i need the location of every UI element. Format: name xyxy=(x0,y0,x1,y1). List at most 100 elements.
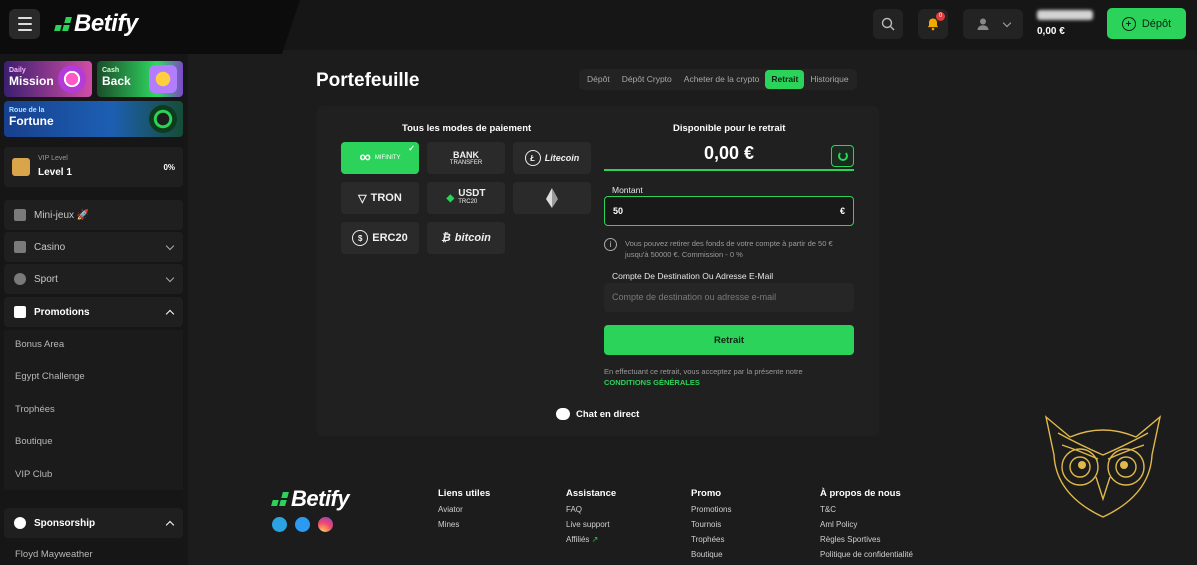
footer-logo[interactable]: Betify xyxy=(271,486,350,512)
notifications-button[interactable]: 0 xyxy=(918,9,948,39)
submenu-item-egypt-challenge[interactable]: Egypt Challenge xyxy=(15,371,85,382)
tab-buy-crypto[interactable]: Acheter de la crypto xyxy=(678,70,766,89)
casino-icon xyxy=(14,241,26,253)
betify-logo[interactable]: Betify xyxy=(54,10,138,38)
sidebar-item-sport[interactable]: Sport xyxy=(4,264,183,294)
submenu-item-boutique[interactable]: Boutique xyxy=(15,436,53,447)
footer-column-about: À propos de nous T&C Aml Policy Règles S… xyxy=(820,488,913,565)
tab-depot[interactable]: Dépôt xyxy=(581,70,616,89)
submenu-item-bonus-area[interactable]: Bonus Area xyxy=(15,339,64,350)
search-button[interactable] xyxy=(873,9,903,39)
footer-link[interactable]: Règles Sportives xyxy=(820,535,913,544)
submenu-item-trophees[interactable]: Trophées xyxy=(15,404,55,415)
footer-link[interactable]: T&C xyxy=(820,505,913,514)
destination-input[interactable]: Compte de destination ou adresse e-mail xyxy=(604,283,854,312)
footer-link-affiliates[interactable]: Affiliés ↗ xyxy=(566,535,616,544)
hamburger-menu-button[interactable] xyxy=(9,9,40,39)
tab-depot-crypto[interactable]: Dépôt Crypto xyxy=(616,70,678,89)
top-header: Betify 0 0,00 € Dépôt xyxy=(0,0,1197,54)
telegram-icon[interactable] xyxy=(272,517,287,532)
chevron-down-icon xyxy=(1002,18,1012,27)
vip-level: Level 1 xyxy=(38,166,72,178)
live-chat-button[interactable]: Chat en direct xyxy=(556,408,639,420)
logo-mark-icon xyxy=(54,17,72,31)
vip-level-card[interactable]: VIP Level Level 1 0% xyxy=(4,147,183,187)
submenu-item-vip-club[interactable]: VIP Club xyxy=(15,469,52,480)
hidden-username xyxy=(1037,10,1093,20)
terms-link[interactable]: CONDITIONS GÉNÉRALES xyxy=(604,377,803,388)
tab-historique[interactable]: Historique xyxy=(804,70,854,89)
wheel-icon xyxy=(149,105,177,133)
footer-logo-text: Betify xyxy=(291,486,350,511)
sidebar-item-sponsorship[interactable]: Sponsorship xyxy=(4,508,183,538)
refresh-button[interactable] xyxy=(831,145,854,167)
terms-notice: En effectuant ce retrait, vous acceptez … xyxy=(604,366,803,388)
footer-link[interactable]: Live support xyxy=(566,520,616,529)
target-icon xyxy=(58,65,86,93)
footer-link[interactable]: Aml Policy xyxy=(820,520,913,529)
plus-circle-icon xyxy=(1121,16,1136,31)
method-label: bitcoin xyxy=(454,232,491,244)
daily-mission-card[interactable]: Daily Mission xyxy=(4,61,92,97)
footer-link[interactable]: Aviator xyxy=(438,505,490,514)
method-tron[interactable]: ▽ TRON xyxy=(341,182,419,214)
sidebar-item-label: Mini-jeux 🚀 xyxy=(34,209,90,221)
sidebar-item-promotions[interactable]: Promotions xyxy=(4,297,183,327)
user-icon xyxy=(977,18,989,30)
wallet-tabs: Dépôt Dépôt Crypto Acheter de la crypto … xyxy=(579,69,857,90)
footer-column-title: Promo xyxy=(691,488,722,499)
destination-label: Compte De Destination Ou Adresse E-Mail xyxy=(612,271,774,281)
footer-link[interactable]: Trophées xyxy=(691,535,731,544)
menu-icon xyxy=(17,17,32,19)
sidebar-item-label: Sponsorship xyxy=(34,517,96,529)
footer-link[interactable]: Politique de confidentialité xyxy=(820,550,913,559)
method-label: BANK xyxy=(453,150,479,160)
sidebar: Daily Mission Cash Back Roue de la Fortune … xyxy=(0,54,188,565)
vip-progress: 0% xyxy=(163,162,175,172)
footer-link[interactable]: Boutique xyxy=(691,550,731,559)
user-menu-button[interactable] xyxy=(963,9,1023,39)
footer-link[interactable]: FAQ xyxy=(566,505,616,514)
footer-link[interactable]: Tournois xyxy=(691,520,731,529)
footer-column-promo: Promo Promotions Tournois Trophées Bouti… xyxy=(691,488,731,565)
bitcoin-icon: ₿ xyxy=(441,232,451,244)
method-ethereum[interactable] xyxy=(513,182,591,214)
method-usdt-trc20[interactable]: ◆ USDT TRC20 xyxy=(427,182,505,214)
submenu-item-floyd-mayweather[interactable]: Floyd Mayweather xyxy=(15,549,93,560)
twitter-icon[interactable] xyxy=(295,517,310,532)
instagram-icon[interactable] xyxy=(318,517,333,532)
footer-column-title: Assistance xyxy=(566,488,617,499)
controller-icon xyxy=(14,209,26,221)
fortune-wheel-card[interactable]: Roue de la Fortune xyxy=(4,101,183,137)
infinity-icon: ∞ xyxy=(359,149,371,166)
social-links xyxy=(272,517,333,532)
chat-label: Chat en direct xyxy=(576,408,640,420)
method-litecoin[interactable]: Ł Litecoin xyxy=(513,142,591,174)
withdraw-button[interactable]: Retrait xyxy=(604,325,854,355)
method-bank-transfer[interactable]: BANK TRANSFER xyxy=(427,142,505,174)
search-icon xyxy=(881,17,895,31)
cashback-card[interactable]: Cash Back xyxy=(97,61,183,97)
sidebar-item-mini-games[interactable]: Mini-jeux 🚀 xyxy=(4,200,183,230)
tab-retrait[interactable]: Retrait xyxy=(765,70,805,89)
footer-link[interactable]: Mines xyxy=(438,520,490,529)
deposit-button[interactable]: Dépôt xyxy=(1107,8,1186,39)
balance-display[interactable]: 0,00 € xyxy=(1037,10,1093,37)
logo-text: Betify xyxy=(74,10,138,37)
destination-placeholder: Compte de destination ou adresse e-mail xyxy=(612,292,777,302)
info-text: Vous pouvez retirer des fonds de votre c… xyxy=(625,239,833,259)
footer-link[interactable]: Promotions xyxy=(691,505,731,514)
method-sublabel: TRC20 xyxy=(458,199,478,205)
withdraw-label: Retrait xyxy=(713,334,745,346)
method-mifinity[interactable]: ∞ MIFINITY ✓ xyxy=(341,142,419,174)
method-label: TRON xyxy=(370,192,402,204)
refresh-icon xyxy=(837,151,848,161)
balance-amount: 0,00 € xyxy=(1037,26,1065,37)
sidebar-item-casino[interactable]: Casino xyxy=(4,232,183,262)
method-bitcoin[interactable]: ₿ bitcoin xyxy=(427,222,505,254)
method-label: ERC20 xyxy=(372,232,408,244)
amount-input[interactable]: 50 € xyxy=(604,196,854,226)
method-erc20[interactable]: $ ERC20 xyxy=(341,222,419,254)
people-icon xyxy=(14,517,26,529)
card-subtitle: Roue de la xyxy=(9,107,45,114)
